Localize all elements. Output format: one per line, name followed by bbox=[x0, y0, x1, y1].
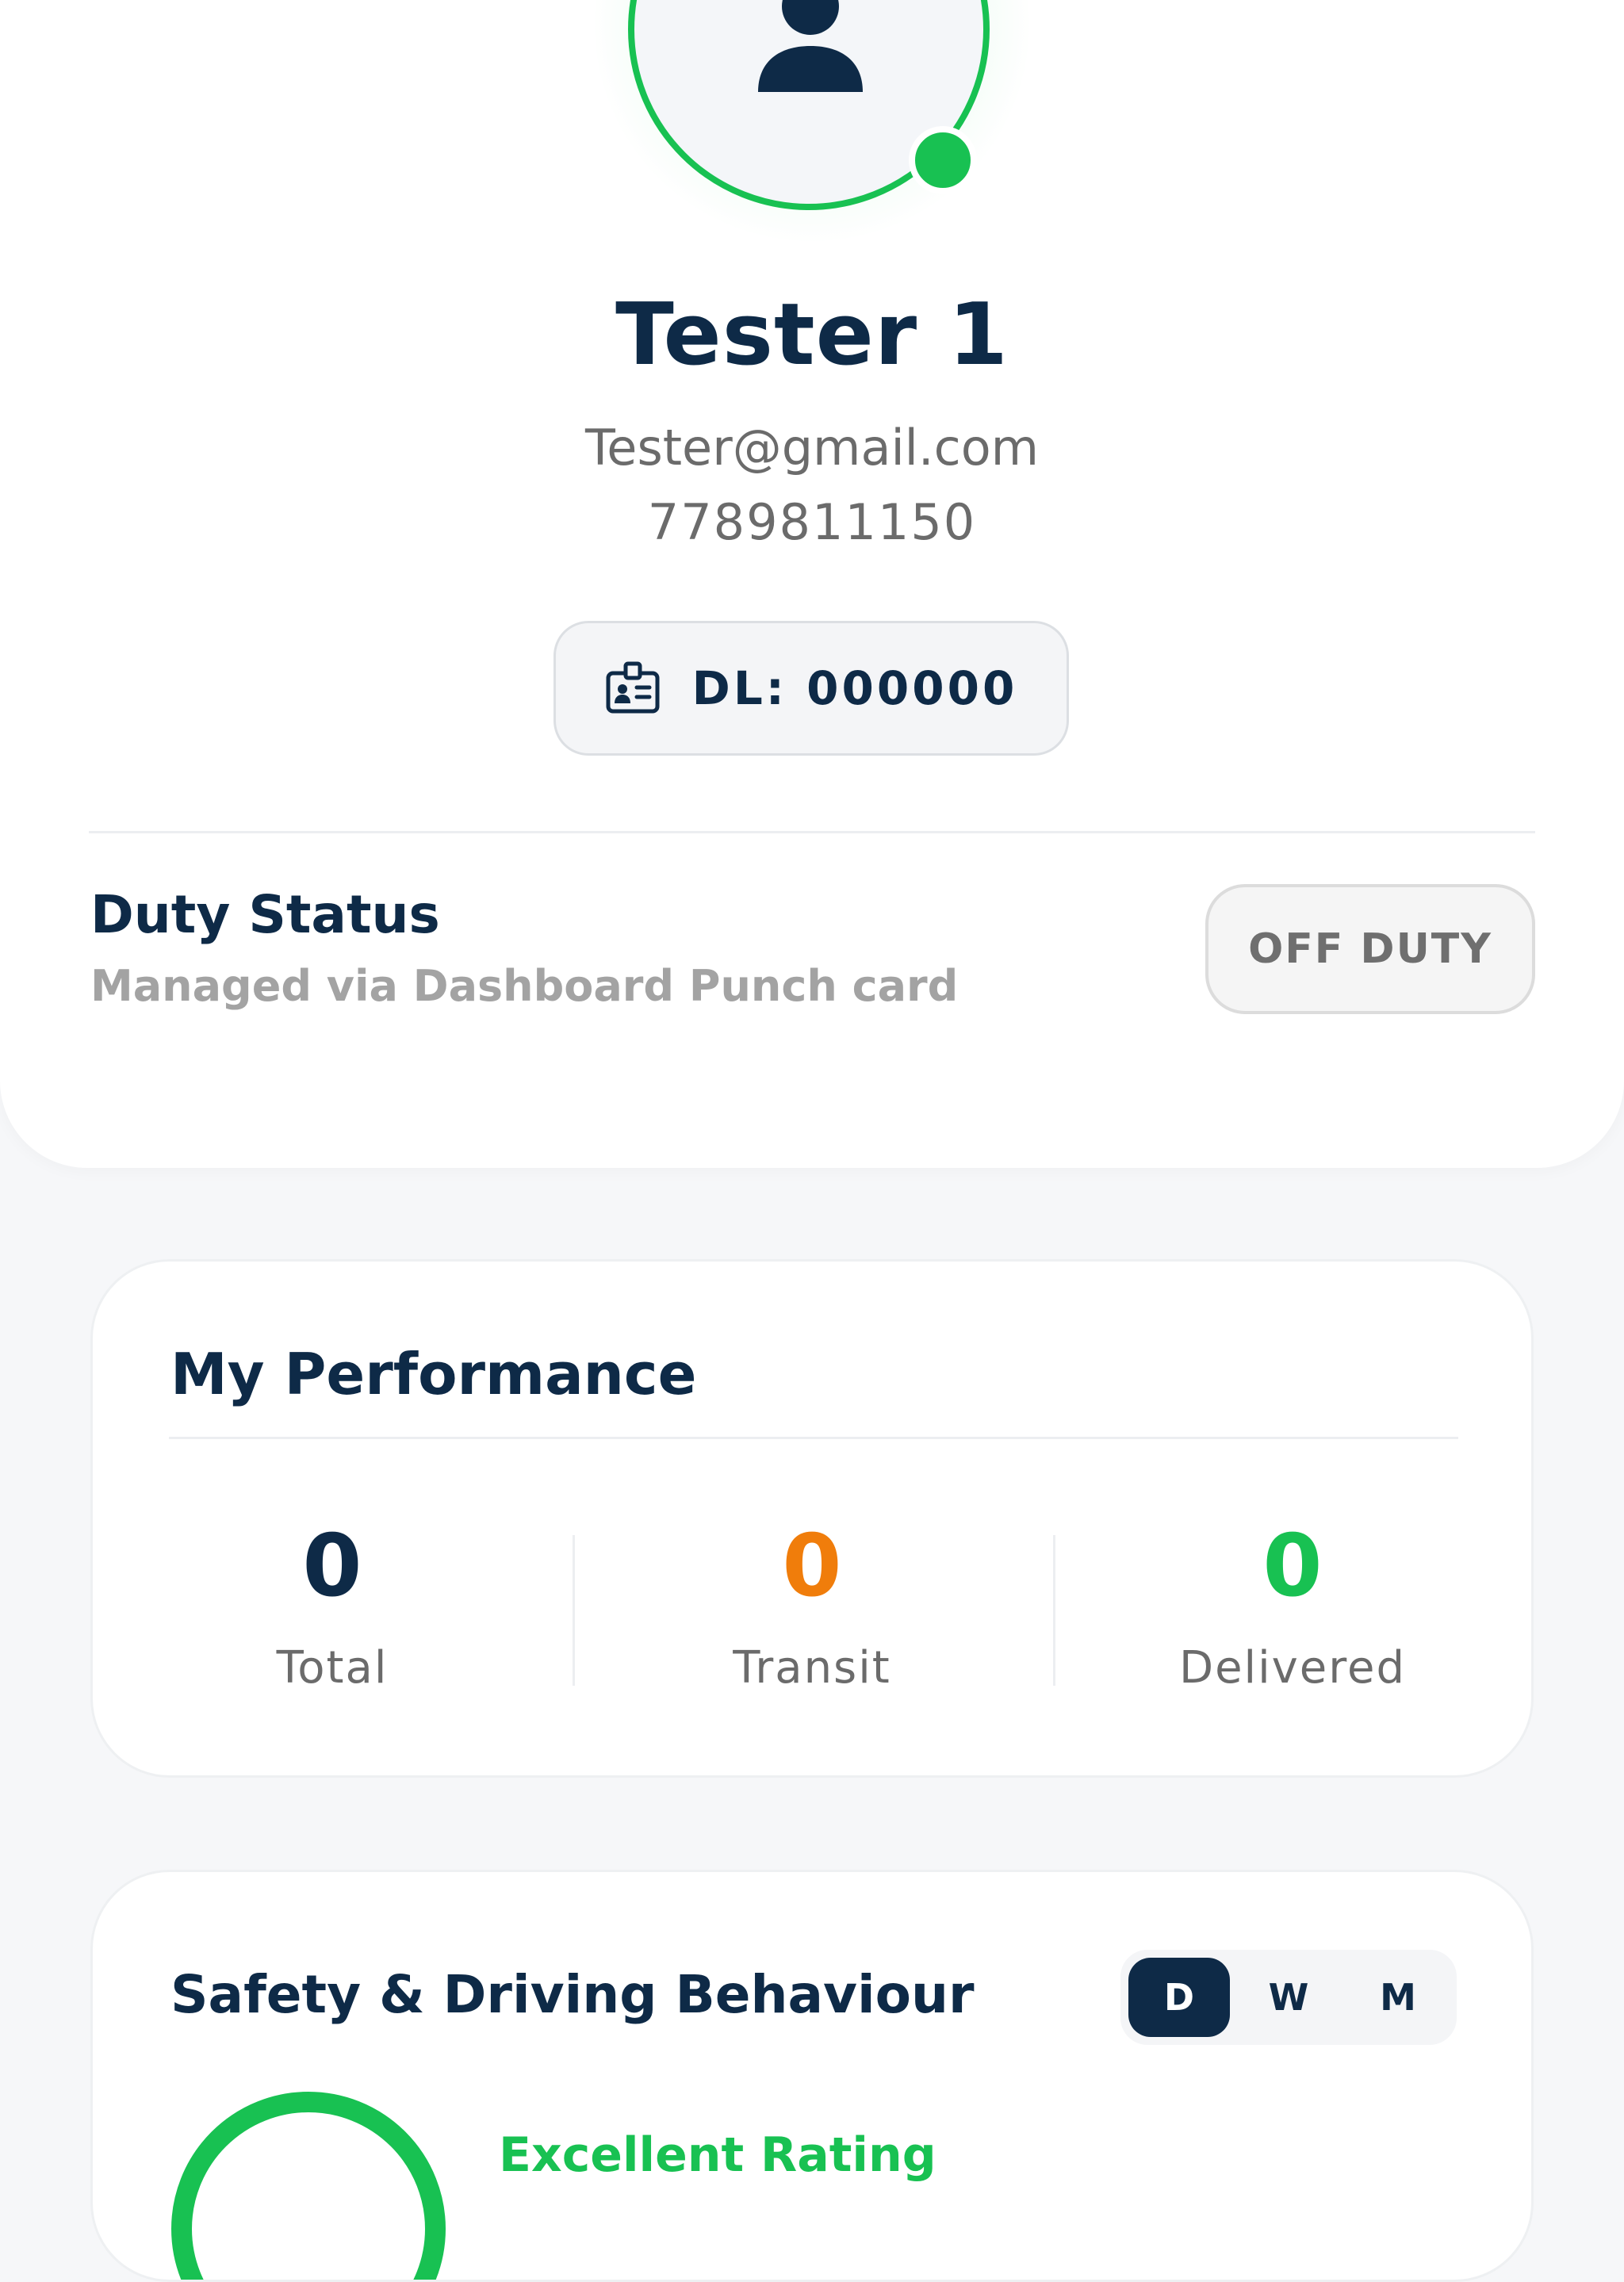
divider bbox=[89, 831, 1535, 833]
id-card-icon bbox=[606, 661, 660, 714]
stat-transit: 0 Transit bbox=[574, 1515, 1050, 1694]
duty-status-subtitle: Managed via Dashboard Punch card bbox=[90, 961, 959, 1011]
user-phone: 7789811150 bbox=[647, 493, 977, 551]
online-status-dot bbox=[909, 126, 977, 194]
user-email: Tester@gmail.com bbox=[584, 419, 1040, 477]
stat-total-value: 0 bbox=[302, 1517, 362, 1616]
performance-title: My Performance bbox=[170, 1341, 697, 1407]
user-name: Tester 1 bbox=[615, 285, 1009, 385]
stat-transit-label: Transit bbox=[733, 1642, 891, 1694]
stat-total-label: Total bbox=[276, 1642, 389, 1694]
period-day-button[interactable]: D bbox=[1128, 1958, 1230, 2037]
dl-badge: DL: 000000 bbox=[553, 621, 1069, 756]
stat-transit-value: 0 bbox=[782, 1517, 842, 1616]
safety-card: Safety & Driving Behaviour D W M Excelle… bbox=[90, 1870, 1534, 2282]
stat-delivered-label: Delivered bbox=[1178, 1642, 1407, 1694]
period-toggle: D W M bbox=[1120, 1950, 1457, 2045]
safety-title: Safety & Driving Behaviour bbox=[170, 1964, 975, 2025]
duty-status-title: Duty Status bbox=[90, 884, 440, 945]
period-week-button[interactable]: W bbox=[1238, 1958, 1339, 2037]
profile-card: Tester 1 Tester@gmail.com 7789811150 DL:… bbox=[0, 0, 1624, 1168]
rating-gauge bbox=[171, 2092, 446, 2280]
dl-number: DL: 000000 bbox=[691, 661, 1018, 715]
stat-delivered: 0 Delivered bbox=[1055, 1515, 1530, 1694]
rating-label: Excellent Rating bbox=[499, 2127, 936, 2183]
performance-card: My Performance 0 Total 0 Transit 0 Deliv… bbox=[90, 1259, 1534, 1778]
user-icon bbox=[758, 0, 863, 92]
divider bbox=[169, 1437, 1458, 1439]
stat-delivered-value: 0 bbox=[1262, 1517, 1323, 1616]
period-month-button[interactable]: M bbox=[1347, 1958, 1449, 2037]
off-duty-button[interactable]: OFF DUTY bbox=[1205, 884, 1535, 1014]
stat-total: 0 Total bbox=[94, 1515, 570, 1694]
